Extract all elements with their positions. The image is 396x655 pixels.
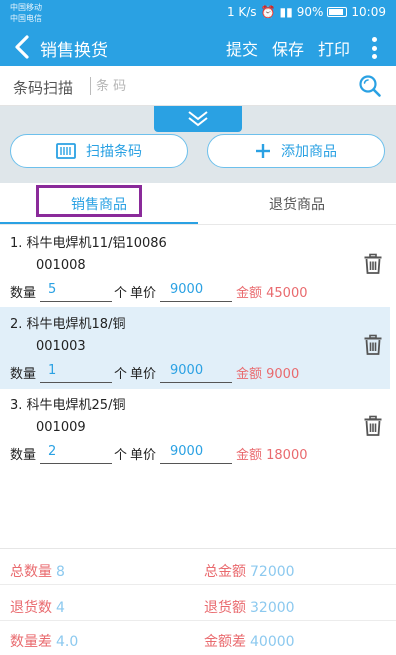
carrier-2: 中国电信	[10, 14, 42, 23]
price-input[interactable]: 9000	[160, 282, 232, 302]
carrier-1: 中国移动	[10, 3, 42, 12]
status-bar: 中国移动 中国电信 1 K/s ⏰ ▮▮ 90% 10:09	[0, 0, 396, 28]
double-chevron-down-icon	[188, 111, 208, 127]
battery-icon	[327, 7, 348, 17]
scan-barcode-label: 扫描条码	[86, 144, 142, 160]
return-amount-value: 32000	[250, 600, 295, 616]
qty-input[interactable]: 1	[40, 363, 112, 383]
active-tab-indicator	[0, 222, 198, 224]
total-qty: 总数量 8	[10, 561, 65, 581]
qty-label: 数量	[10, 448, 37, 463]
summary-row-totals: 总数量 8 总金额 72000	[0, 553, 396, 585]
collapse-toggle[interactable]	[154, 106, 242, 132]
total-qty-value: 8	[56, 564, 65, 580]
delete-icon[interactable]	[362, 253, 384, 275]
summary-row-returns: 退货数 4 退货额 32000	[0, 589, 396, 621]
return-qty: 退货数 4	[10, 597, 65, 617]
add-product-button[interactable]: 添加商品	[207, 134, 385, 168]
tool-panel: 扫描条码 添加商品	[0, 106, 396, 183]
return-amount: 退货额 32000	[204, 597, 295, 617]
amount-text: 金额 18000	[236, 448, 308, 463]
total-amount: 总金额 72000	[204, 561, 295, 581]
product-code: 001008	[36, 258, 86, 273]
status-indicators: 1 K/s ⏰ ▮▮ 90% 10:09	[227, 5, 386, 19]
qty-label: 数量	[10, 367, 37, 382]
save-button[interactable]: 保存	[272, 36, 304, 60]
list-item-selected[interactable]: 2. 科牛电焊机18/铜 001003 数量 1 个 单价 9000 金额 90…	[0, 307, 390, 389]
action-group: 提交 保存 打印	[226, 36, 350, 60]
list-item[interactable]: 1. 科牛电焊机11/铝10086 001008 数量 5 个 单价 9000 …	[0, 226, 390, 308]
amount-diff-value: 40000	[250, 634, 295, 650]
alarm-icon: ⏰	[260, 5, 276, 19]
qty-diff-value: 4.0	[56, 634, 79, 650]
qty-input[interactable]: 5	[40, 282, 112, 302]
signal-icon: ▮▮	[279, 5, 293, 19]
summary-row-diff: 数量差 4.0 金额差 40000	[0, 623, 396, 655]
product-name: 3. 科牛电焊机25/铜	[10, 398, 126, 413]
total-amount-value: 72000	[250, 564, 295, 580]
product-code: 001009	[36, 420, 86, 435]
battery-percent: 90%	[296, 5, 324, 19]
price-label: 单价	[130, 367, 157, 382]
return-qty-value: 4	[56, 600, 65, 616]
list-item[interactable]: 3. 科牛电焊机25/铜 001009 数量 2 个 单价 9000 金额 18…	[0, 388, 390, 470]
return-qty-label: 退货数	[10, 600, 52, 616]
summary-panel: 总数量 8 总金额 72000 退货数 4 退货额 32000 数量差 4.0 金额差 40…	[0, 548, 396, 655]
price-input[interactable]: 9000	[160, 444, 232, 464]
barcode-scan-label: 条码扫描	[13, 79, 74, 97]
product-code: 001003	[36, 339, 86, 354]
total-amount-label: 总金额	[204, 564, 246, 580]
search-icon[interactable]	[358, 74, 382, 98]
unit-label: 个	[114, 286, 128, 301]
total-qty-label: 总数量	[10, 564, 52, 580]
network-speed: 1 K/s	[226, 5, 257, 19]
unit-label: 个	[114, 367, 128, 382]
qty-label: 数量	[10, 286, 37, 301]
price-label: 单价	[130, 448, 157, 463]
plus-icon	[256, 144, 270, 158]
carrier-info: 中国移动 中国电信	[10, 2, 42, 24]
return-amount-label: 退货额	[204, 600, 246, 616]
amount-text: 金额 9000	[236, 367, 300, 382]
clock: 10:09	[351, 5, 386, 19]
app-bar: 销售换货 提交 保存 打印	[0, 28, 396, 66]
product-name: 1. 科牛电焊机11/铝10086	[10, 236, 167, 251]
amount-diff: 金额差 40000	[204, 631, 295, 651]
product-tabs: 销售商品 退货商品	[0, 183, 396, 225]
amount-diff-label: 金额差	[204, 634, 246, 650]
add-product-label: 添加商品	[281, 144, 337, 160]
print-button[interactable]: 打印	[318, 36, 350, 60]
qty-diff-label: 数量差	[10, 634, 52, 650]
submit-button[interactable]: 提交	[226, 36, 258, 60]
back-arrow-icon[interactable]	[10, 34, 36, 60]
amount-text: 金额 45000	[236, 286, 308, 301]
highlight-box	[36, 185, 142, 217]
barcode-scan-row: 条码扫描	[0, 66, 396, 106]
scan-barcode-button[interactable]: 扫描条码	[10, 134, 188, 168]
product-name: 2. 科牛电焊机18/铜	[10, 317, 126, 332]
qty-diff: 数量差 4.0	[10, 631, 78, 651]
tab-returns-label: 退货商品	[269, 197, 325, 213]
price-label: 单价	[130, 286, 157, 301]
more-menu-icon[interactable]	[366, 35, 382, 61]
page-title: 销售换货	[40, 41, 108, 61]
unit-label: 个	[114, 448, 128, 463]
scan-divider	[90, 77, 91, 95]
tab-return-products[interactable]: 退货商品	[198, 183, 396, 225]
delete-icon[interactable]	[362, 334, 384, 356]
barcode-icon	[56, 143, 76, 159]
delete-icon[interactable]	[362, 415, 384, 437]
qty-input[interactable]: 2	[40, 444, 112, 464]
barcode-input[interactable]	[96, 74, 346, 98]
price-input[interactable]: 9000	[160, 363, 232, 383]
